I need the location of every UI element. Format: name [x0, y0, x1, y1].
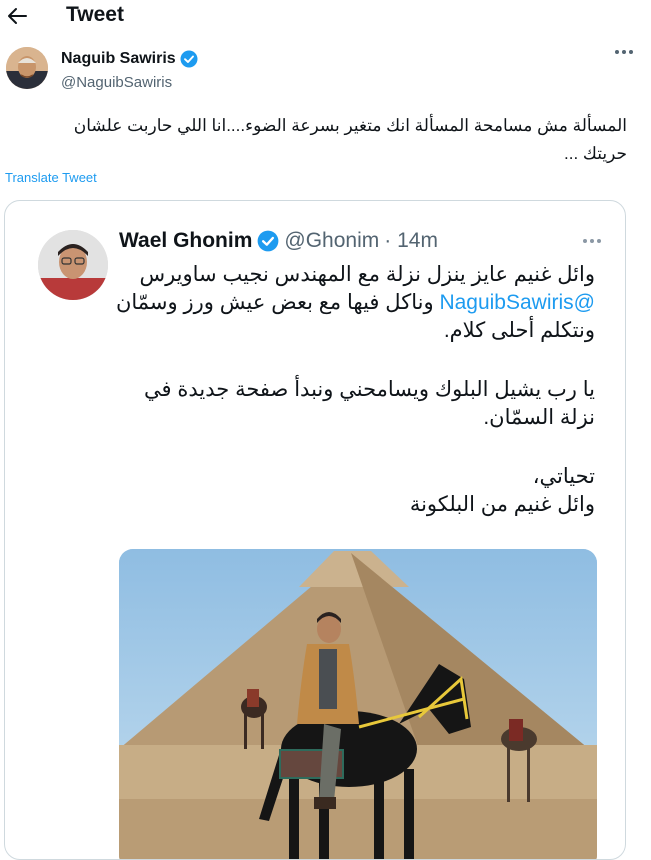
quoted-tweet[interactable]: Wael Ghonim @Ghonim · 14m وائل غنيم عايز…: [4, 200, 626, 860]
dot-icon: [615, 50, 619, 54]
author-row[interactable]: Naguib Sawiris: [61, 50, 198, 68]
top-bar: Tweet: [0, 0, 651, 36]
quoted-media-image[interactable]: [119, 549, 597, 859]
quoted-more-icon: [583, 239, 601, 243]
quoted-line1: وائل غنيم عايز ينزل نزلة مع المهندس نجيب…: [139, 263, 595, 286]
dot-icon: [622, 50, 626, 54]
verified-badge-icon: [180, 50, 198, 68]
verified-badge-icon: [258, 230, 279, 252]
quoted-author-row: Wael Ghonim @Ghonim · 14m: [119, 229, 438, 253]
back-button[interactable]: [6, 2, 28, 30]
quoted-signature-1: تحياتي،: [532, 465, 595, 488]
pyramid-horse-photo: [119, 549, 597, 859]
page-title: Tweet: [66, 3, 124, 26]
dot-icon: [629, 50, 633, 54]
author-handle[interactable]: @NaguibSawiris: [61, 74, 172, 91]
quoted-tweet-text: وائل غنيم عايز ينزل نزلة مع المهندس نجيب…: [115, 261, 595, 519]
avatar-image: [6, 47, 48, 89]
quoted-signature-2: وائل غنيم من البلكونة: [409, 493, 595, 516]
avatar[interactable]: [6, 47, 48, 89]
quoted-paragraph-2: يا رب يشيل البلوك ويسامحني ونبدأ صفحة جد…: [144, 378, 595, 429]
dot-icon: [590, 239, 594, 243]
quoted-paragraph-1: وائل غنيم عايز ينزل نزلة مع المهندس نجيب…: [115, 261, 595, 345]
quoted-avatar[interactable]: [38, 230, 108, 300]
dot-icon: [597, 239, 601, 243]
quoted-author-name[interactable]: Wael Ghonim: [119, 229, 252, 253]
more-options-button[interactable]: [615, 50, 633, 54]
tweet-text: المسألة مش مسامحة المسألة انك متغير بسرع…: [73, 116, 627, 163]
translate-tweet-link[interactable]: Translate Tweet: [5, 170, 97, 185]
quoted-author-handle[interactable]: @Ghonim: [284, 229, 379, 253]
author-name[interactable]: Naguib Sawiris: [61, 50, 176, 68]
quoted-timestamp: · 14m: [384, 229, 438, 252]
mention-link[interactable]: @NaguibSawiris: [439, 291, 595, 314]
dot-icon: [583, 239, 587, 243]
arrow-left-icon: [8, 8, 27, 24]
quoted-avatar-image: [38, 230, 108, 300]
